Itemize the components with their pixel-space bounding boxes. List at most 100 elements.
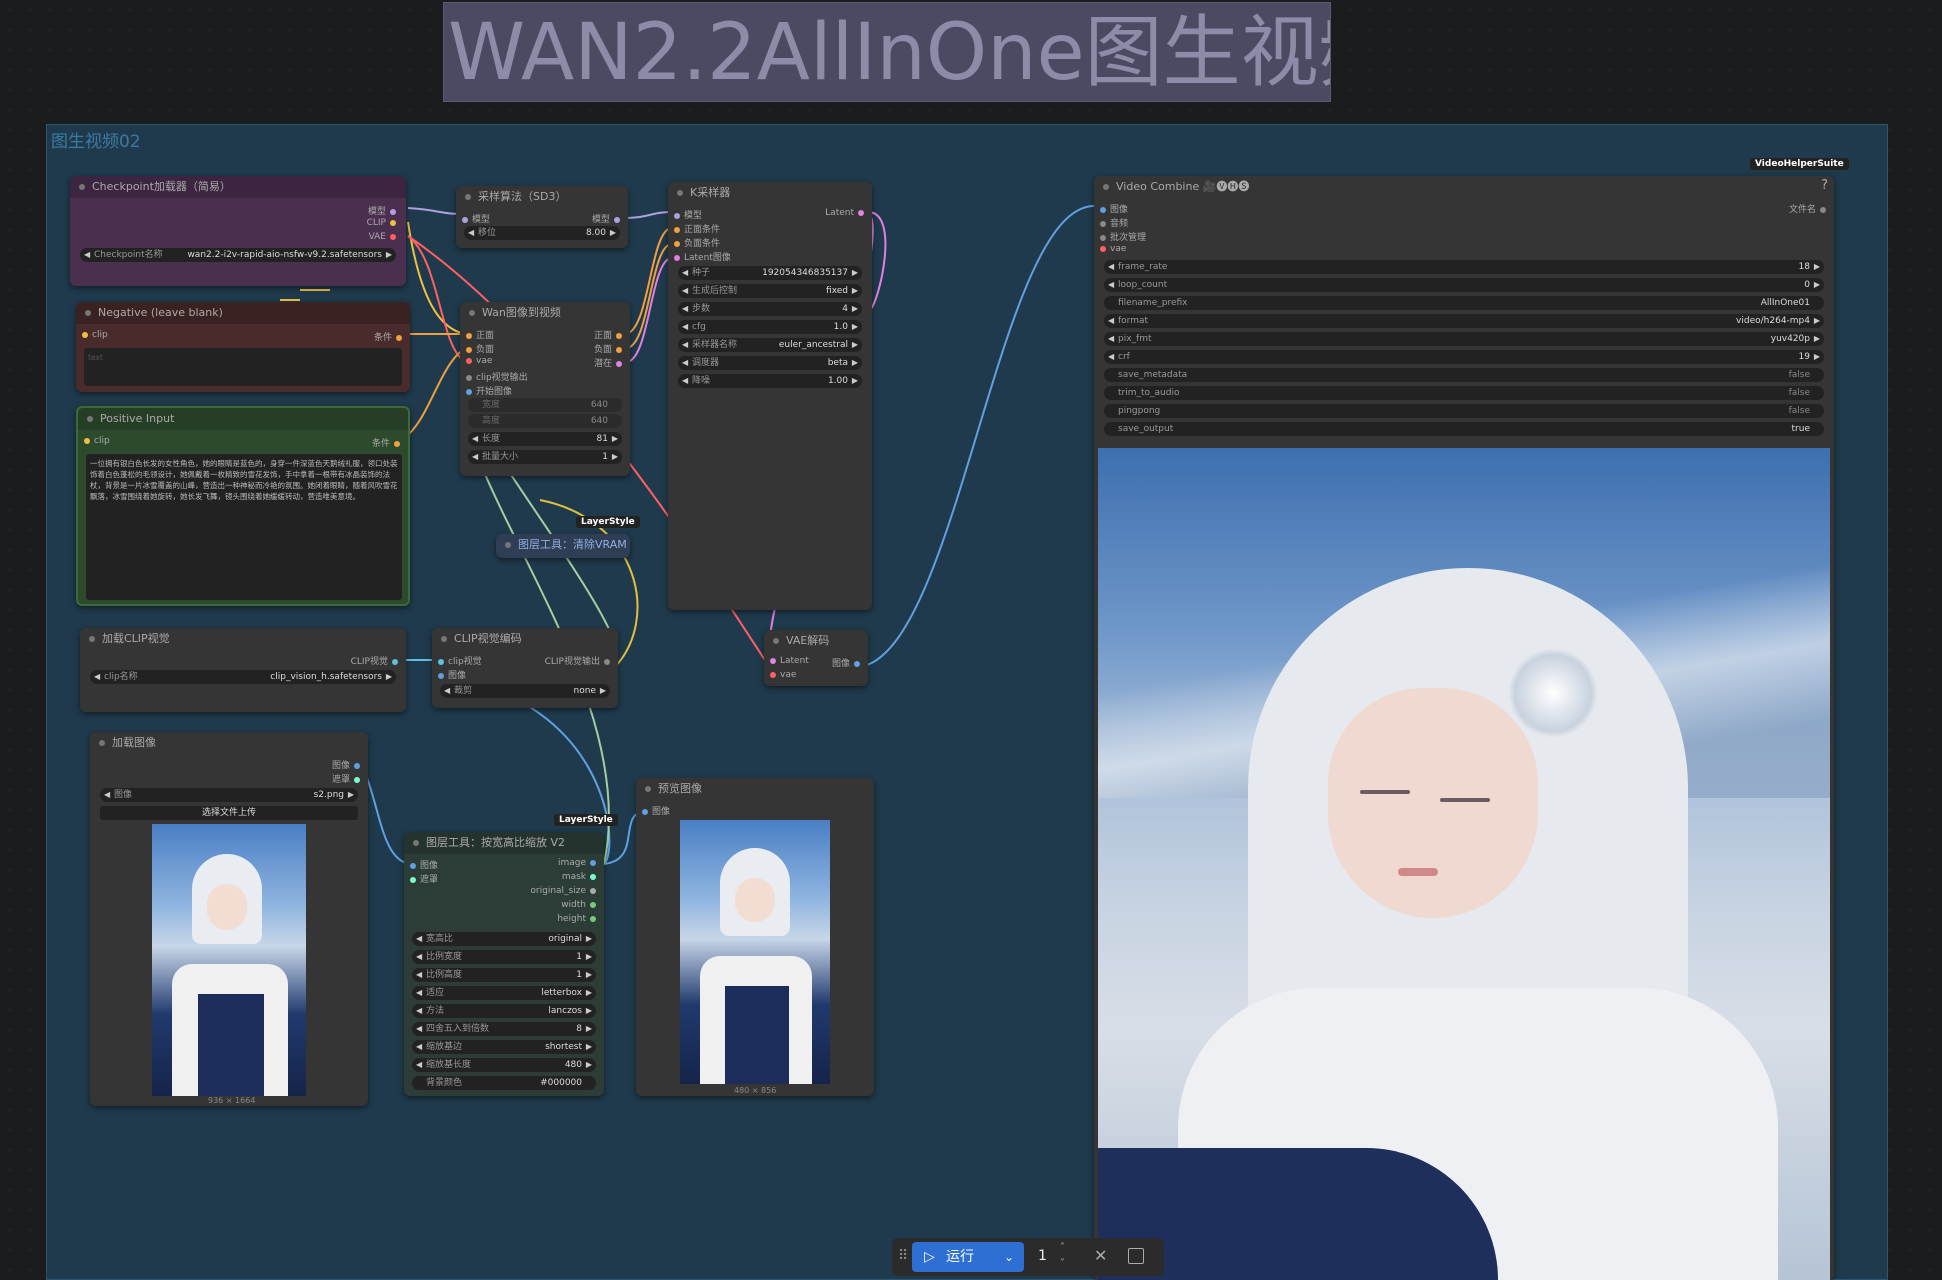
right-arrow-icon[interactable]: ▶ [612, 450, 618, 464]
node-ksampler[interactable]: K采样器 模型 正面条件 负面条件 Latent图像 Latent ◀ 种子 192… [668, 182, 872, 610]
output-negative[interactable]: 负面 [594, 342, 626, 355]
input-image[interactable]: 图像 [638, 804, 670, 817]
right-arrow-icon[interactable]: ▶ [586, 968, 592, 982]
steps-widget[interactable]: ◀ 步数 4 ▶ [678, 302, 862, 316]
output-conditioning[interactable]: 条件 [372, 436, 404, 449]
title-note[interactable]: WAN2.2AllInOne图生视频 [443, 2, 1331, 102]
node-positive[interactable]: Positive Input clip 条件 一位拥有银白色长发的女性角色，她的… [76, 406, 410, 606]
input-latent[interactable]: Latent [766, 656, 809, 666]
output-latent[interactable]: 潜在 [594, 356, 626, 369]
right-arrow-icon[interactable]: ▶ [586, 1022, 592, 1036]
input-model[interactable]: 模型 [458, 212, 490, 225]
format-widget[interactable]: ◀ format video/h264-mp4 ▶ [1104, 314, 1824, 328]
input-vae[interactable]: vae [1096, 244, 1126, 254]
input-negative[interactable]: 负面条件 [670, 236, 720, 249]
output-image[interactable]: 图像 [832, 656, 864, 669]
length-widget[interactable]: ◀ 长度 81 ▶ [468, 432, 622, 446]
left-arrow-icon[interactable]: ◀ [416, 1004, 422, 1018]
input-positive[interactable]: 正面 [462, 328, 494, 341]
left-arrow-icon[interactable]: ◀ [682, 284, 688, 298]
control-after-widget[interactable]: ◀ 生成后控制 fixed ▶ [678, 284, 862, 298]
left-arrow-icon[interactable]: ◀ [84, 248, 90, 262]
node-load-image[interactable]: 加载图像 图像 遮罩 ◀ 图像 s2.png ▶ 选择文件上传 936 × 1664 [90, 732, 368, 1106]
output-positive[interactable]: 正面 [594, 328, 626, 341]
stop-icon[interactable] [1128, 1248, 1144, 1264]
output-filenames[interactable]: 文件名 [1789, 202, 1830, 215]
node-vae-decode[interactable]: VAE解码 Latent vae 图像 [764, 630, 868, 686]
node-negative[interactable]: Negative (leave blank) clip 条件 text [76, 302, 410, 392]
close-icon[interactable]: ✕ [1094, 1246, 1107, 1265]
proportional-width-widget[interactable]: ◀ 比例宽度 1 ▶ [412, 950, 596, 964]
output-mask[interactable]: mask [562, 872, 600, 882]
stepper-icon[interactable]: ˄ ˅ [1060, 1240, 1065, 1272]
left-arrow-icon[interactable]: ◀ [416, 968, 422, 982]
input-batch-manager[interactable]: 批次管理 [1096, 230, 1146, 243]
shift-widget[interactable]: ◀ 移位 8.00 ▶ [464, 226, 620, 240]
output-conditioning[interactable]: 条件 [374, 330, 406, 343]
node-wan-i2v[interactable]: Wan图像到视频 正面 负面 vae clip视觉输出 开始图像 正面 负面 潜… [460, 302, 630, 476]
node-checkpoint-loader[interactable]: Checkpoint加载器（简易） 模型 CLIP VAE ◀ Checkpoi… [70, 176, 406, 286]
left-arrow-icon[interactable]: ◀ [682, 302, 688, 316]
image-select-widget[interactable]: ◀ 图像 s2.png ▶ [100, 788, 358, 802]
right-arrow-icon[interactable]: ▶ [600, 684, 606, 698]
left-arrow-icon[interactable]: ◀ [472, 450, 478, 464]
node-preview-image[interactable]: 预览图像 图像 480 × 856 [636, 778, 874, 1096]
denoise-widget[interactable]: ◀ 降噪 1.00 ▶ [678, 374, 862, 388]
right-arrow-icon[interactable]: ▶ [612, 432, 618, 446]
round-multiple-widget[interactable]: ◀ 四舍五入到倍数 8 ▶ [412, 1022, 596, 1036]
scale-to-side-widget[interactable]: ◀ 缩放基边 shortest ▶ [412, 1040, 596, 1054]
right-arrow-icon[interactable]: ▶ [586, 986, 592, 1000]
seed-widget[interactable]: ◀ 种子 192054346835137 ▶ [678, 266, 862, 280]
frame-rate-widget[interactable]: ◀ frame_rate 18 ▶ [1104, 260, 1824, 274]
fit-widget[interactable]: ◀ 适应 letterbox ▶ [412, 986, 596, 1000]
right-arrow-icon[interactable]: ▶ [852, 374, 858, 388]
filename-prefix-widget[interactable]: filename_prefix AllInOne01 [1104, 296, 1824, 310]
chevron-down-icon[interactable]: ⌄ [1004, 1242, 1014, 1272]
input-audio[interactable]: 音频 [1096, 216, 1128, 229]
input-mask[interactable]: 遮罩 [406, 872, 438, 885]
input-latent[interactable]: Latent图像 [670, 250, 731, 263]
right-arrow-icon[interactable]: ▶ [852, 266, 858, 280]
clip-name-widget[interactable]: ◀ clip名称 clip_vision_h.safetensors ▶ [90, 670, 396, 684]
save-metadata-toggle[interactable]: save_metadata false [1104, 368, 1824, 382]
input-negative[interactable]: 负面 [462, 342, 494, 355]
input-clip[interactable]: clip [78, 330, 108, 340]
left-arrow-icon[interactable]: ◀ [416, 932, 422, 946]
help-icon[interactable]: ? [1821, 178, 1828, 193]
output-image[interactable]: 图像 [332, 758, 364, 771]
right-arrow-icon[interactable]: ▶ [1814, 278, 1820, 292]
right-arrow-icon[interactable]: ▶ [386, 670, 392, 684]
save-output-toggle[interactable]: save_output true [1104, 422, 1824, 436]
cfg-widget[interactable]: ◀ cfg 1.0 ▶ [678, 320, 862, 334]
right-arrow-icon[interactable]: ▶ [586, 1058, 592, 1072]
crop-widget[interactable]: ◀ 裁剪 none ▶ [440, 684, 610, 698]
aspect-ratio-widget[interactable]: ◀ 宽高比 original ▶ [412, 932, 596, 946]
node-load-clip-vision[interactable]: 加载CLIP视觉 CLIP视觉 ◀ clip名称 clip_vision_h.saf… [80, 628, 406, 712]
right-arrow-icon[interactable]: ▶ [852, 302, 858, 316]
input-clip[interactable]: clip [80, 436, 110, 446]
left-arrow-icon[interactable]: ◀ [472, 432, 478, 446]
drag-handle-icon[interactable]: ⠿ [898, 1248, 908, 1264]
left-arrow-icon[interactable]: ◀ [1108, 350, 1114, 364]
output-model[interactable]: 模型 [592, 212, 624, 225]
left-arrow-icon[interactable]: ◀ [1108, 278, 1114, 292]
right-arrow-icon[interactable]: ▶ [386, 248, 392, 262]
right-arrow-icon[interactable]: ▶ [1814, 350, 1820, 364]
left-arrow-icon[interactable]: ◀ [416, 1022, 422, 1036]
queue-count-input[interactable]: 1 [1038, 1248, 1047, 1264]
right-arrow-icon[interactable]: ▶ [1814, 314, 1820, 328]
input-start-image[interactable]: 开始图像 [462, 384, 512, 397]
crf-widget[interactable]: ◀ crf 19 ▶ [1104, 350, 1824, 364]
pingpong-toggle[interactable]: pingpong false [1104, 404, 1824, 418]
output-clip-vision[interactable]: CLIP视觉 [351, 654, 402, 667]
left-arrow-icon[interactable]: ◀ [1108, 332, 1114, 346]
output-model[interactable]: 模型 [368, 204, 400, 217]
output-width[interactable]: width [561, 900, 600, 910]
left-arrow-icon[interactable]: ◀ [682, 266, 688, 280]
right-arrow-icon[interactable]: ▶ [852, 338, 858, 352]
left-arrow-icon[interactable]: ◀ [416, 950, 422, 964]
node-video-combine[interactable]: Video Combine 🎥🅥🅗🅢 ? 图像 音频 批次管理 vae 文件名 … [1094, 176, 1834, 1280]
input-positive[interactable]: 正面条件 [670, 222, 720, 235]
batch-size-widget[interactable]: ◀ 批量大小 1 ▶ [468, 450, 622, 464]
output-vae[interactable]: VAE [369, 232, 400, 242]
